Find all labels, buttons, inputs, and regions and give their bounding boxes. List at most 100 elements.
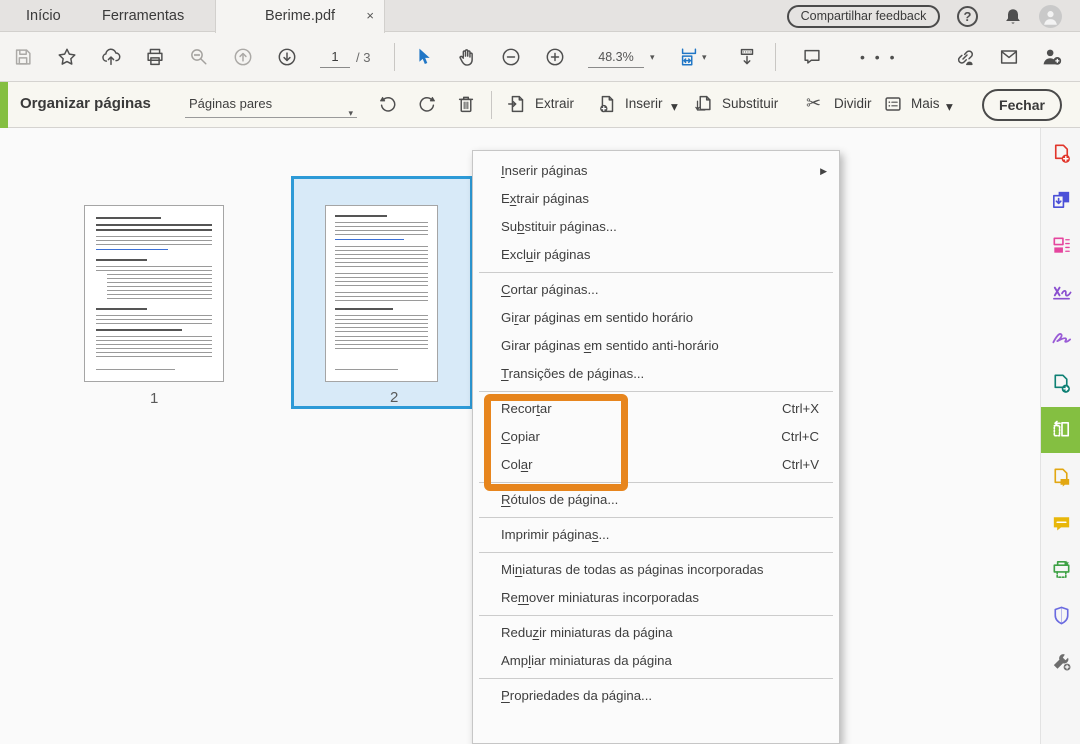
zoom-dropdown-icon[interactable]: ▾ — [650, 52, 655, 63]
close-tool-button[interactable]: Fechar — [982, 89, 1062, 121]
hand-tool-icon[interactable] — [456, 46, 478, 68]
menu-item-imprimir-paginas[interactable]: Imprimir páginas... — [473, 521, 839, 549]
scrolling-mode-icon[interactable] — [736, 46, 758, 68]
sidebar-tool-organize-pages[interactable] — [1041, 407, 1080, 453]
tab-document[interactable]: Berime.pdf × — [215, 0, 385, 33]
tab-ferramentas[interactable]: Ferramentas — [88, 0, 198, 32]
comment-icon[interactable] — [801, 46, 823, 68]
more-tools-icon — [1050, 650, 1073, 673]
menu-item-extrair-paginas[interactable]: Extrair páginas — [473, 185, 839, 213]
menu-item-rotulos-de-pagina[interactable]: Rótulos de página... — [473, 486, 839, 514]
menu-separator — [479, 391, 833, 392]
more-caret-icon: ▾ — [946, 99, 953, 115]
menu-item-cortar-paginas[interactable]: Cortar páginas... — [473, 276, 839, 304]
share-feedback-button[interactable]: Compartilhar feedback — [787, 5, 940, 28]
sidebar-tool-more-tools[interactable] — [1041, 639, 1080, 685]
menu-item-reduzir-miniaturas-da-pagina[interactable]: Reduzir miniaturas da página — [473, 619, 839, 647]
close-tab-icon[interactable]: × — [366, 0, 374, 32]
sidebar-tool-print-production[interactable] — [1041, 547, 1080, 593]
fill-sign-icon — [1050, 326, 1073, 349]
menu-item-label: Substituir páginas... — [501, 219, 617, 234]
sidebar-tool-fill-sign[interactable] — [1041, 315, 1080, 361]
email-icon[interactable] — [998, 46, 1020, 68]
replace-button[interactable]: Substituir — [722, 96, 778, 111]
insert-icon[interactable] — [596, 93, 620, 117]
more-options-icon[interactable]: • • • — [860, 44, 897, 70]
menu-item-ampliar-miniaturas-da-pagina[interactable]: Ampliar miniaturas da página — [473, 647, 839, 675]
sidebar-tool-create-pdf[interactable] — [1041, 131, 1080, 177]
menu-item-recortar[interactable]: Recortar Ctrl+X — [473, 395, 839, 423]
menu-item-label: Recortar — [501, 401, 552, 416]
rotate-ccw-icon[interactable] — [377, 93, 401, 117]
menu-separator — [479, 517, 833, 518]
more-icon[interactable] — [882, 93, 906, 117]
save-icon[interactable] — [12, 46, 34, 68]
sidebar-tool-send-for-signature[interactable] — [1041, 361, 1080, 407]
split-button[interactable]: Dividir — [834, 96, 872, 111]
menu-item-propriedades-da-pagina[interactable]: Propriedades da página... — [473, 682, 839, 710]
page-thumbnail-1[interactable] — [84, 205, 224, 382]
sidebar-tool-export-pdf[interactable] — [1041, 269, 1080, 315]
avatar[interactable] — [1039, 5, 1062, 28]
menu-item-transicoes-de-paginas[interactable]: Transições de páginas... — [473, 360, 839, 388]
extract-icon[interactable] — [506, 93, 530, 117]
next-page-icon[interactable] — [276, 46, 298, 68]
add-person-icon[interactable] — [1041, 46, 1063, 68]
page-thumbnail-2[interactable] — [325, 205, 438, 382]
menu-shortcut: Ctrl+V — [782, 451, 819, 479]
menu-item-girar-paginas-em-sentido-horario[interactable]: Girar páginas em sentido horário — [473, 304, 839, 332]
menu-item-label: Remover miniaturas incorporadas — [501, 590, 699, 605]
fit-width-dropdown-icon[interactable]: ▾ — [702, 52, 707, 63]
replace-icon[interactable] — [692, 93, 716, 117]
menu-item-miniaturas-de-todas-as-paginas-incorporadas[interactable]: Miniaturas de todas as páginas incorpora… — [473, 556, 839, 584]
menu-item-label: Propriedades da página... — [501, 688, 652, 703]
menu-item-label: Inserir páginas — [501, 163, 588, 178]
print-icon[interactable] — [144, 46, 166, 68]
insert-button[interactable]: Inserir — [625, 96, 663, 111]
sidebar-tool-comment[interactable] — [1041, 501, 1080, 547]
menu-item-remover-miniaturas-incorporadas[interactable]: Remover miniaturas incorporadas — [473, 584, 839, 612]
zoom-out-icon[interactable] — [500, 46, 522, 68]
menu-item-inserir-paginas[interactable]: Inserir páginas▶ — [473, 157, 839, 185]
sidebar-tool-page-notes[interactable] — [1041, 455, 1080, 501]
menu-item-substituir-paginas[interactable]: Substituir páginas... — [473, 213, 839, 241]
more-button[interactable]: Mais — [911, 96, 940, 111]
menu-item-label: Girar páginas em sentido horário — [501, 310, 693, 325]
sidebar-tool-edit-pdf[interactable] — [1041, 223, 1080, 269]
page-number-input[interactable]: 1 — [320, 48, 350, 68]
zoom-in-icon[interactable] — [544, 46, 566, 68]
menu-separator — [479, 272, 833, 273]
create-pdf-icon — [1050, 142, 1073, 165]
tab-inicio[interactable]: Início — [12, 0, 75, 32]
zoom-level-input[interactable]: 48.3% — [588, 48, 644, 68]
marquee-zoom-icon[interactable] — [188, 46, 210, 68]
share-link-icon[interactable] — [954, 46, 976, 68]
notifications-icon[interactable] — [1001, 5, 1025, 29]
menu-item-label: Extrair páginas — [501, 191, 589, 206]
menu-item-label: Colar — [501, 457, 533, 472]
select-tool-icon[interactable] — [413, 46, 435, 68]
menu-item-copiar[interactable]: CopiarCtrl+C — [473, 423, 839, 451]
tools-sidebar — [1040, 128, 1080, 744]
previous-page-icon[interactable] — [232, 46, 254, 68]
menu-item-label: Transições de páginas... — [501, 366, 644, 381]
menu-separator — [479, 482, 833, 483]
menu-item-excluir-paginas[interactable]: Excluir páginas — [473, 241, 839, 269]
cloud-upload-icon[interactable] — [100, 46, 122, 68]
split-icon[interactable]: ✂ — [806, 91, 830, 115]
rotate-cw-icon[interactable] — [416, 93, 440, 117]
star-icon[interactable] — [56, 46, 78, 68]
menu-item-girar-paginas-em-sentido-anti-horario[interactable]: Girar páginas em sentido anti-horário — [473, 332, 839, 360]
insert-caret-icon: ▾ — [671, 99, 678, 115]
delete-icon[interactable] — [455, 93, 479, 117]
page-range-dropdown[interactable]: Páginas pares ▾ — [185, 91, 357, 118]
sidebar-tool-combine-files[interactable] — [1041, 177, 1080, 223]
sidebar-tool-protect[interactable] — [1041, 593, 1080, 639]
organize-toolbar: Organizar páginas Páginas pares ▾ Extrai… — [0, 82, 1080, 128]
menu-item-colar[interactable]: Colar Ctrl+V — [473, 451, 839, 479]
extract-button[interactable]: Extrair — [535, 96, 574, 111]
fit-width-icon[interactable] — [678, 46, 700, 68]
send-for-signature-icon — [1050, 372, 1073, 395]
menu-shortcut: Ctrl+X — [782, 395, 819, 423]
help-icon[interactable]: ? — [957, 6, 978, 27]
